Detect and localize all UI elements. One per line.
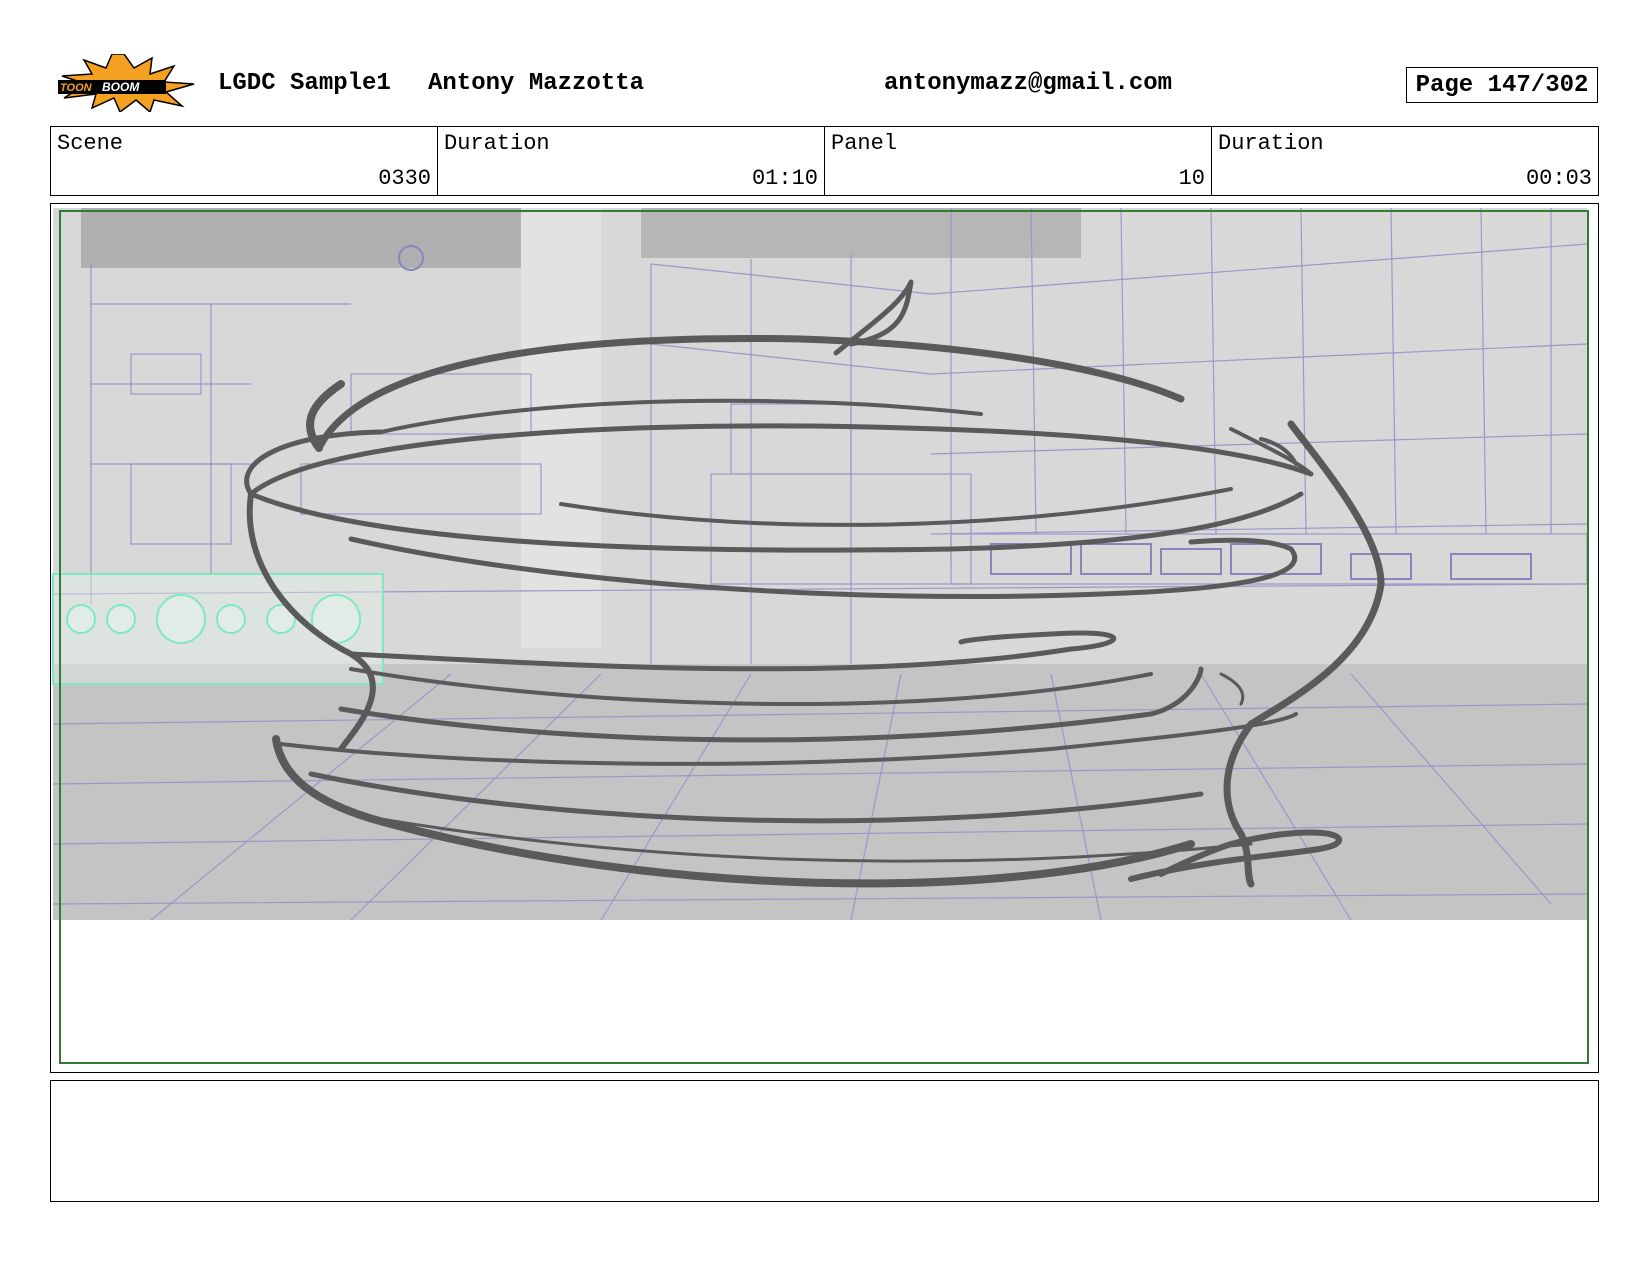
scene-info-table: Scene 0330 Duration 01:10 Panel 10 Durat… (50, 126, 1599, 196)
author-email: antonymazz@gmail.com (884, 70, 1173, 97)
scene-duration-cell: Duration 01:10 (438, 127, 825, 195)
lower-blank-area (53, 920, 1595, 1070)
stove-highlight (52, 573, 384, 685)
ceiling-beam-right (641, 208, 1081, 258)
logo-text-right: BOOM (102, 80, 140, 94)
project-title: LGDC Sample1 (218, 70, 391, 97)
panel-frame (50, 203, 1599, 1073)
scene-label: Scene (57, 131, 124, 156)
panel-cell: Panel 10 (825, 127, 1212, 195)
storyboard-sketch-kitchen-tornado (52, 207, 1595, 1070)
scene-duration-label: Duration (444, 131, 550, 156)
scene-value: 0330 (378, 166, 431, 191)
panel-notes-box (50, 1080, 1599, 1202)
panel-value: 10 (1178, 166, 1205, 191)
page-counter: Page 147/302 (1406, 67, 1598, 103)
panel-label: Panel (831, 131, 898, 156)
panel-duration-label: Duration (1218, 131, 1324, 156)
scene-cell: Scene 0330 (51, 127, 438, 195)
ceiling-beam-left (81, 208, 551, 268)
toonboom-logo-icon: TOON BOOM (58, 54, 195, 112)
panel-duration-cell: Duration 00:03 (1212, 127, 1598, 195)
author-name: Antony Mazzotta (428, 70, 645, 97)
panel-duration-value: 00:03 (1525, 166, 1592, 191)
scene-duration-value: 01:10 (751, 166, 818, 191)
logo-text-left: TOON (60, 82, 93, 94)
